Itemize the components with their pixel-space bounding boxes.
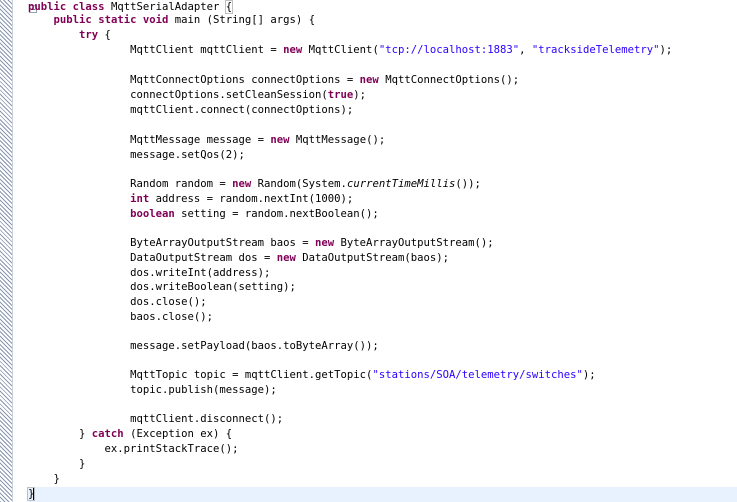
code-line: mqttClient.connect(connectOptions); — [28, 103, 737, 118]
code-line: dos.writeInt(address); — [28, 266, 737, 281]
code-line: MqttConnectOptions connectOptions = new … — [28, 73, 737, 88]
code-keyword: public — [28, 1, 67, 13]
code-line: connectOptions.setCleanSession(true); — [28, 88, 737, 103]
code-text: { — [98, 29, 111, 41]
code-keyword: void — [142, 14, 169, 26]
code-keyword: new — [315, 237, 335, 249]
code-keyword: static — [98, 14, 137, 26]
code-line: MqttMessage message = new MqttMessage(); — [28, 133, 737, 148]
code-text: ()); — [455, 178, 481, 190]
text-caret — [33, 488, 35, 500]
code-text: setting = random.nextBoolean(); — [174, 208, 379, 220]
code-string: "tcp://localhost:1883" — [378, 44, 520, 56]
code-text: DataOutputStream dos = — [130, 252, 277, 264]
code-text: ); — [659, 44, 673, 56]
code-line: dos.writeBoolean(setting); — [28, 280, 737, 295]
code-line: boolean setting = random.nextBoolean(); — [28, 207, 737, 222]
code-line: } — [28, 457, 737, 472]
code-keyword: true — [327, 89, 354, 101]
code-text: MqttMessage(); — [289, 134, 386, 146]
code-line: ByteArrayOutputStream baos = new ByteArr… — [28, 236, 737, 251]
code-text: , — [519, 44, 532, 56]
code-keyword: int — [130, 193, 150, 205]
code-text: ); — [353, 89, 367, 101]
code-keyword: new — [283, 44, 303, 56]
code-text: dos.writeBoolean(setting); — [130, 281, 296, 293]
code-static-method: currentTimeMillis — [346, 178, 456, 190]
code-line: } catch (Exception ex) { — [28, 427, 737, 442]
code-text: { — [224, 0, 234, 14]
left-margin-strip — [0, 0, 13, 502]
code-keyword: catch — [91, 428, 124, 440]
code-text: baos.close(); — [130, 311, 213, 323]
code-text: ByteArrayOutputStream baos = — [130, 237, 316, 249]
code-keyword: new — [276, 252, 296, 264]
code-line: message.setQos(2); — [28, 148, 737, 163]
code-keyword: try — [79, 29, 99, 41]
code-keyword: boolean — [130, 208, 175, 220]
code-text: address = random.nextInt(1000); — [149, 193, 354, 205]
code-text: dos.close(); — [130, 296, 207, 308]
code-keyword: new — [232, 178, 252, 190]
code-text: mqttClient.disconnect(); — [130, 413, 284, 425]
code-line-current: } — [26, 487, 737, 502]
code-text: message.setPayload(baos.toByteArray()); — [130, 340, 379, 352]
code-text: MqttConnectOptions(); — [378, 74, 520, 86]
code-text: } — [79, 428, 92, 440]
code-keyword: class — [72, 1, 105, 13]
code-text: DataOutputStream(baos); — [295, 252, 449, 264]
code-text: MqttConnectOptions connectOptions = — [130, 74, 360, 86]
code-text: main (String[] args) { — [168, 14, 316, 26]
code-line: DataOutputStream dos = new DataOutputStr… — [28, 251, 737, 266]
code-text: MqttClient( — [302, 44, 379, 56]
code-text: MqttMessage message = — [130, 134, 271, 146]
code-keyword: public — [53, 14, 92, 26]
code-text: Random(System. — [251, 178, 347, 190]
code-text: connectOptions.setCleanSession( — [130, 89, 328, 101]
code-text: dos.writeInt(address); — [130, 267, 271, 279]
code-text: mqttClient.connect(connectOptions); — [130, 104, 354, 116]
code-text: MqttClient mqttClient = — [130, 44, 284, 56]
code-line: topic.publish(message); — [28, 383, 737, 398]
code-line: baos.close(); — [28, 310, 737, 325]
code-line: public static void main (String[] args) … — [28, 13, 737, 28]
code-keyword: new — [270, 134, 290, 146]
code-line: mqttClient.disconnect(); — [28, 412, 737, 427]
code-keyword: new — [359, 74, 379, 86]
code-line: ex.printStackTrace(); — [28, 442, 737, 457]
code-string: "tracksideTelemetry" — [531, 44, 660, 56]
code-line: } — [28, 472, 737, 487]
code-text: topic.publish(message); — [130, 384, 277, 396]
code-text: } — [53, 473, 60, 485]
code-text: } — [79, 458, 86, 470]
code-text: Random random = — [130, 178, 233, 190]
code-line: Random random = new Random(System.curren… — [28, 177, 737, 192]
code-text: ex.printStackTrace(); — [104, 443, 239, 455]
code-line: MqttTopic topic = mqttClient.getTopic("s… — [28, 368, 737, 383]
code-text: MqttSerialAdapter — [110, 1, 220, 13]
code-text: (Exception ex) { — [123, 428, 233, 440]
code-text: message.setQos(2); — [130, 149, 245, 161]
code-text: MqttTopic topic = mqttClient.getTopic( — [130, 369, 373, 381]
code-line: dos.close(); — [28, 295, 737, 310]
code-line: message.setPayload(baos.toByteArray()); — [28, 339, 737, 354]
code-text: ByteArrayOutputStream(); — [334, 237, 494, 249]
code-editor[interactable]: public class MqttSerialAdapter { public … — [26, 0, 737, 502]
code-line: int address = random.nextInt(1000); — [28, 192, 737, 207]
code-line: MqttClient mqttClient = new MqttClient("… — [28, 43, 737, 58]
code-text: ); — [582, 369, 596, 381]
code-string: "stations/SOA/telemetry/switches" — [372, 369, 583, 381]
fold-ruler — [13, 0, 37, 502]
code-line: try { — [28, 28, 737, 43]
